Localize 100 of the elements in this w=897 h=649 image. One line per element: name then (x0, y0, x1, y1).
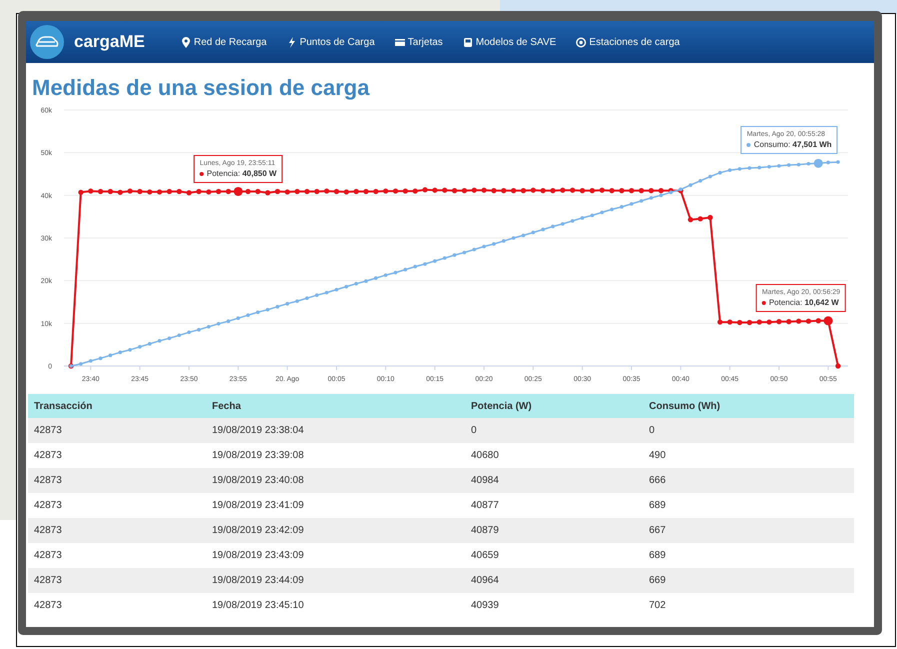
data-point (206, 324, 210, 329)
data-point (422, 187, 428, 192)
data-point (197, 328, 201, 332)
data-point (590, 214, 594, 218)
table-cell: 42873 (28, 568, 206, 593)
data-point (305, 296, 309, 300)
table-cell: 19/08/2019 23:44:09 (206, 568, 465, 593)
data-point (404, 268, 408, 272)
data-point (452, 253, 456, 257)
data-point (412, 188, 418, 194)
data-point (98, 356, 102, 360)
data-point (98, 188, 104, 194)
data-point (609, 188, 614, 194)
data-point (638, 188, 644, 194)
data-point (746, 320, 752, 326)
data-point (814, 158, 823, 168)
series-name: Consumo (754, 140, 788, 150)
data-point (522, 234, 526, 238)
data-point (698, 179, 702, 183)
nav-link[interactable]: Red de Recarga (180, 34, 267, 50)
data-point (433, 259, 437, 263)
data-point (186, 190, 192, 196)
data-point (688, 217, 694, 222)
data-point (324, 188, 330, 194)
card-icon (394, 36, 405, 48)
nav-link[interactable]: Modelos de SAVE (462, 34, 556, 50)
data-point (234, 187, 243, 196)
column-header: Consumo (Wh) (643, 394, 854, 418)
data-point (600, 210, 604, 214)
data-point (354, 188, 359, 194)
data-point (265, 190, 270, 196)
table-cell: 0 (465, 418, 643, 443)
data-point (570, 219, 574, 223)
data-point (787, 163, 791, 167)
data-point (354, 282, 358, 286)
data-point (108, 354, 112, 358)
data-point (472, 188, 477, 193)
data-point (79, 362, 83, 366)
table-cell: 702 (643, 593, 854, 618)
data-point (314, 188, 320, 194)
table-cell: 669 (643, 568, 854, 593)
data-point (708, 214, 713, 220)
data-point (138, 345, 142, 349)
data-point (649, 196, 653, 200)
data-point (383, 188, 388, 194)
brand-name[interactable]: cargaME (74, 29, 145, 55)
table-cell: 42873 (28, 593, 206, 618)
data-point (226, 319, 230, 323)
data-point (394, 270, 398, 274)
data-point (560, 222, 564, 226)
table-cell: 19/08/2019 23:39:08 (206, 443, 465, 468)
data-point (824, 316, 833, 326)
data-point (570, 188, 576, 193)
data-point (108, 188, 113, 194)
data-point (806, 318, 812, 324)
data-point (295, 299, 299, 303)
data-point (118, 190, 123, 195)
lightning-bolt-icon (286, 36, 297, 48)
data-point (520, 188, 526, 194)
data-point (384, 273, 388, 277)
data-point (363, 188, 369, 194)
nav-link[interactable]: Puntos de Carga (286, 34, 375, 50)
data-point (118, 350, 122, 354)
device-icon (462, 36, 473, 48)
data-point (168, 336, 172, 340)
data-point (796, 318, 802, 324)
table-cell: 19/08/2019 23:43:09 (206, 543, 465, 568)
data-point (648, 188, 654, 194)
data-point (776, 319, 782, 324)
data-point (816, 318, 821, 324)
column-header: Potencia (W) (465, 394, 643, 418)
data-point (492, 242, 496, 246)
nav-link[interactable]: Tarjetas (394, 34, 443, 50)
data-point (147, 189, 152, 195)
data-point (619, 188, 624, 194)
data-point (610, 208, 614, 212)
data-point (758, 166, 762, 170)
data-point (374, 276, 378, 280)
data-point (718, 170, 722, 175)
table-cell: 42873 (28, 443, 206, 468)
data-point (344, 284, 348, 288)
column-header: Fecha (206, 394, 465, 418)
tooltip-value: : 47,501 Wh (788, 140, 832, 150)
data-point (580, 216, 584, 220)
page-title: Medidas de una sesion de carga (31, 74, 371, 102)
data-point (796, 162, 800, 166)
table-cell: 19/08/2019 23:41:09 (206, 493, 465, 518)
data-point (502, 239, 506, 243)
data-point (766, 319, 772, 325)
data-point (620, 205, 624, 209)
nav-link[interactable]: Estaciones de carga (576, 34, 680, 50)
data-point (286, 302, 290, 306)
data-point (628, 188, 634, 194)
data-point (294, 188, 300, 194)
data-point (266, 308, 270, 312)
data-point (423, 262, 427, 266)
table-cell: 42873 (28, 418, 206, 443)
data-point (836, 160, 840, 164)
table-cell: 42873 (28, 493, 206, 518)
table-cell: 42873 (28, 468, 206, 493)
